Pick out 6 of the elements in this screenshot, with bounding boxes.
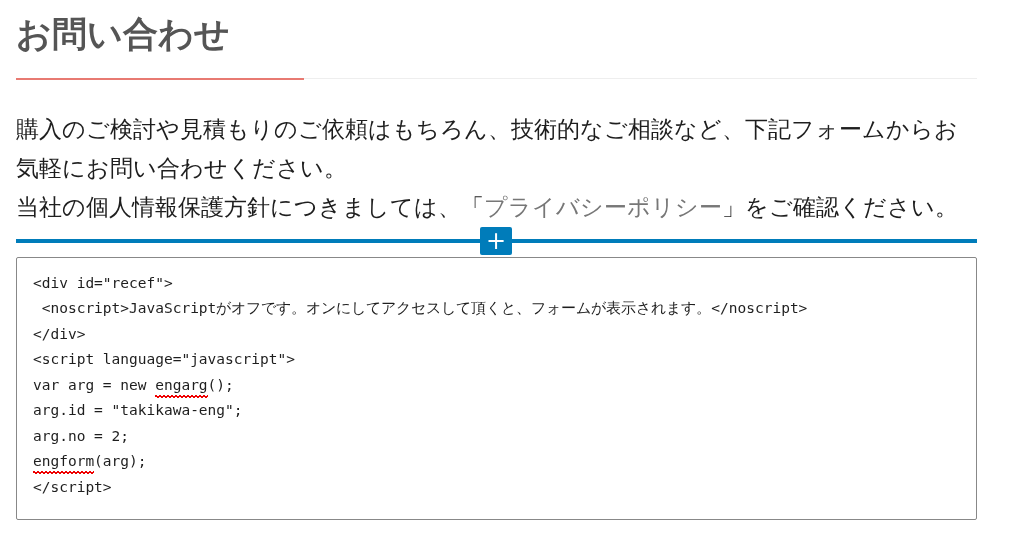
- privacy-policy-link[interactable]: プライバシーポリシー: [484, 193, 722, 220]
- add-block-button[interactable]: +: [480, 226, 512, 255]
- code-editor-field[interactable]: <div id="recef"> <noscript>JavaScriptがオフです。オンにしてアクセスして頂くと、フォームが表示されます。</noscript> </div> <script language="javascript"> var arg = new engarg(); arg.id = "takikawa-eng"; arg.no = 2; engform(arg); </script>: [16, 256, 977, 520]
- page-heading: お問い合わせ: [16, 13, 231, 56]
- paragraph-text: 当社の個人情報保護方針につきましては、「プライバシーポリシー」をご確認ください。: [16, 192, 959, 222]
- paragraph-text: 購入のご検討や見積もりのご依頼はもちろん、技術的なご相談など、下記フォームからお気軽にお問い合わせください。: [16, 114, 959, 183]
